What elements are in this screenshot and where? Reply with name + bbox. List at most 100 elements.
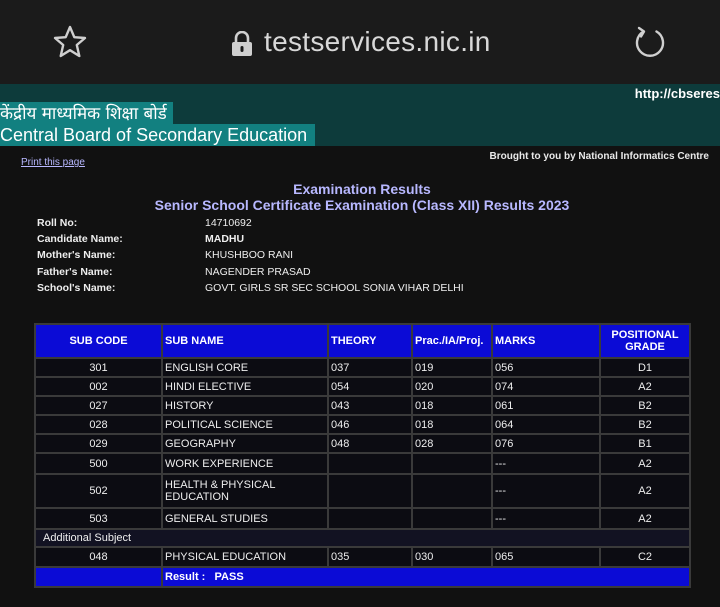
result-row: Result : PASS — [34, 566, 691, 588]
page-title: Examination Results — [293, 181, 431, 197]
header-sub-code: SUB CODE — [34, 323, 163, 359]
marks: 056 — [491, 357, 601, 378]
sub-name: HEALTH & PHYSICAL EDUCATION — [161, 473, 329, 509]
result-label: Result : — [165, 571, 206, 583]
additional-subject-label: Additional Subject — [34, 528, 691, 548]
banner-hindi-title: केंद्रीय माध्यमिक शिक्षा बोर्ड — [0, 102, 173, 126]
header-theory: THEORY — [327, 323, 413, 359]
prac — [411, 507, 493, 530]
sub-code: 048 — [34, 546, 163, 568]
info-value: KHUSHBOO RANI — [205, 249, 294, 261]
table-row: 002 HINDI ELECTIVE 054 020 074 A2 — [34, 376, 691, 397]
grade: B2 — [599, 414, 691, 435]
sub-name: HISTORY — [161, 395, 329, 416]
theory: 043 — [327, 395, 413, 416]
marks: --- — [491, 473, 601, 509]
theory: 054 — [327, 376, 413, 397]
sub-name: ENGLISH CORE — [161, 357, 329, 378]
info-label: Mother's Name: — [37, 249, 116, 261]
sub-code: 503 — [34, 507, 163, 530]
table-row: 029 GEOGRAPHY 048 028 076 B1 — [34, 433, 691, 454]
theory — [327, 473, 413, 509]
marks: 061 — [491, 395, 601, 416]
grade: A2 — [599, 376, 691, 397]
header-marks: MARKS — [491, 323, 601, 359]
sub-code: 002 — [34, 376, 163, 397]
table-row: 301 ENGLISH CORE 037 019 056 D1 — [34, 357, 691, 378]
banner-english-title: Central Board of Secondary Education — [0, 124, 316, 146]
browser-toolbar: testservices.nic.in — [0, 0, 720, 84]
info-value: GOVT. GIRLS SR SEC SCHOOL SONIA VIHAR DE… — [205, 282, 464, 294]
result-value: PASS — [214, 571, 244, 583]
prac: 019 — [411, 357, 493, 378]
theory: 048 — [327, 433, 413, 454]
prac: 030 — [411, 546, 493, 568]
table-row: 028 POLITICAL SCIENCE 046 018 064 B2 — [34, 414, 691, 435]
result-spacer — [34, 566, 163, 588]
table-row: 500 WORK EXPERIENCE --- A2 — [34, 452, 691, 475]
sub-code: 301 — [34, 357, 163, 378]
table-row: 503 GENERAL STUDIES --- A2 — [34, 507, 691, 530]
info-label: School's Name: — [37, 282, 116, 294]
prac: 020 — [411, 376, 493, 397]
sub-name: POLITICAL SCIENCE — [161, 414, 329, 435]
info-value: MADHU — [205, 233, 245, 245]
results-table: SUB CODE SUB NAME THEORY Prac./IA/Proj. … — [34, 323, 691, 588]
info-value: NAGENDER PRASAD — [205, 266, 311, 278]
grade: A2 — [599, 473, 691, 509]
grade: C2 — [599, 546, 691, 568]
sub-name: WORK EXPERIENCE — [161, 452, 329, 475]
marks: --- — [491, 507, 601, 530]
table-header-row: SUB CODE SUB NAME THEORY Prac./IA/Proj. … — [34, 323, 691, 359]
prac — [411, 452, 493, 475]
sub-code: 027 — [34, 395, 163, 416]
banner-url: http://cbseres — [634, 86, 720, 101]
prac: 018 — [411, 414, 493, 435]
info-label: Father's Name: — [37, 266, 113, 278]
marks: 076 — [491, 433, 601, 454]
prac: 018 — [411, 395, 493, 416]
grade: B2 — [599, 395, 691, 416]
reload-icon[interactable] — [632, 24, 668, 60]
header-prac: Prac./IA/Proj. — [411, 323, 493, 359]
sub-code: 028 — [34, 414, 163, 435]
exam-title: Senior School Certificate Examination (C… — [154, 197, 570, 213]
address-bar-url[interactable]: testservices.nic.in — [264, 26, 491, 58]
print-page-link[interactable]: Print this page — [21, 157, 85, 168]
grade: A2 — [599, 452, 691, 475]
prac: 028 — [411, 433, 493, 454]
sub-name: HINDI ELECTIVE — [161, 376, 329, 397]
lock-icon — [232, 31, 252, 56]
header-grade: POSITIONAL GRADE — [599, 323, 691, 359]
sub-code: 500 — [34, 452, 163, 475]
star-icon[interactable] — [52, 24, 88, 60]
sub-name: PHYSICAL EDUCATION — [161, 546, 329, 568]
table-row: 027 HISTORY 043 018 061 B2 — [34, 395, 691, 416]
info-value: 14710692 — [205, 217, 252, 229]
theory — [327, 507, 413, 530]
info-label: Roll No: — [37, 217, 78, 229]
marks: 074 — [491, 376, 601, 397]
header-sub-name: SUB NAME — [161, 323, 329, 359]
theory: 046 — [327, 414, 413, 435]
grade: D1 — [599, 357, 691, 378]
result-cell: Result : PASS — [161, 566, 691, 588]
theory: 035 — [327, 546, 413, 568]
prac — [411, 473, 493, 509]
info-label: Candidate Name: — [37, 233, 123, 245]
table-row: 502 HEALTH & PHYSICAL EDUCATION --- A2 — [34, 473, 691, 509]
grade: B1 — [599, 433, 691, 454]
sub-code: 029 — [34, 433, 163, 454]
table-row: 048 PHYSICAL EDUCATION 035 030 065 C2 — [34, 546, 691, 568]
marks: 064 — [491, 414, 601, 435]
brought-by-text: Brought to you by National Informatics C… — [489, 151, 709, 162]
sub-name: GEOGRAPHY — [161, 433, 329, 454]
theory — [327, 452, 413, 475]
marks: --- — [491, 452, 601, 475]
theory: 037 — [327, 357, 413, 378]
sub-name: GENERAL STUDIES — [161, 507, 329, 530]
sub-code: 502 — [34, 473, 163, 509]
grade: A2 — [599, 507, 691, 530]
marks: 065 — [491, 546, 601, 568]
additional-subject-row: Additional Subject — [34, 528, 691, 548]
